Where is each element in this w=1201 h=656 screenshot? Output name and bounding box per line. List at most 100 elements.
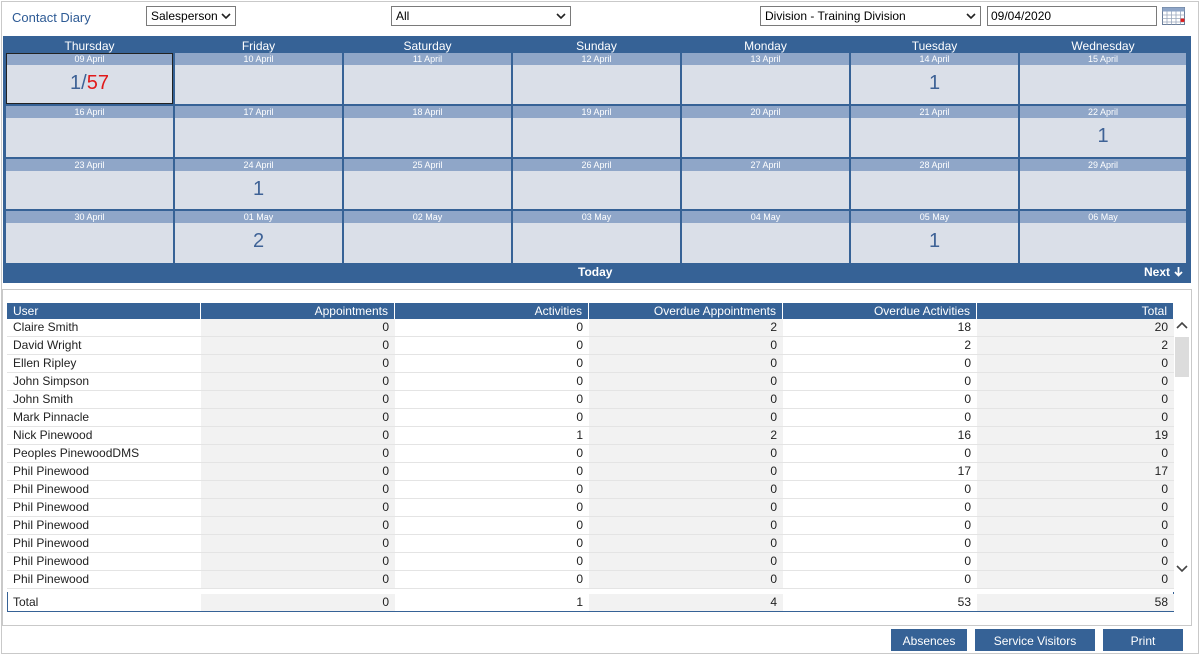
- calendar-day-cell[interactable]: 20 April: [682, 106, 849, 157]
- calendar-day-cell[interactable]: 23 April: [6, 159, 173, 209]
- calendar-day-date: 01 May: [175, 211, 342, 223]
- today-link[interactable]: Today: [578, 265, 612, 279]
- calendar-day-count[interactable]: 1: [175, 171, 342, 207]
- service-visitors-button[interactable]: Service Visitors: [975, 629, 1095, 651]
- filter-type-select[interactable]: Salesperson: [146, 6, 236, 26]
- count-cell: 0: [977, 445, 1174, 462]
- count-cell: 0: [589, 355, 783, 372]
- next-link[interactable]: Next: [1144, 265, 1184, 279]
- count-cell: 0: [201, 391, 395, 408]
- count-cell: 0: [977, 481, 1174, 498]
- user-name-cell: Mark Pinnacle: [13, 410, 90, 424]
- table-total-row: Total 0 1 4 53 58: [7, 592, 1174, 612]
- table-row[interactable]: Phil Pinewood 0 0 0 0 0: [7, 535, 1174, 553]
- calendar-day-cell[interactable]: 26 April: [513, 159, 680, 209]
- calendar-day-count[interactable]: 1: [1020, 118, 1186, 154]
- calendar-day-count[interactable]: 1/57: [6, 65, 173, 101]
- count-cell: 0: [589, 535, 783, 552]
- calendar-day-cell[interactable]: 14 April 1: [851, 53, 1018, 104]
- calendar-day-cell[interactable]: 29 April: [1020, 159, 1186, 209]
- date-field[interactable]: 09/04/2020: [987, 6, 1157, 26]
- table-row[interactable]: Mark Pinnacle 0 0 0 0 0: [7, 409, 1174, 427]
- count-cell: 0: [977, 409, 1174, 426]
- table-row[interactable]: Peoples PinewoodDMS 0 0 0 0 0: [7, 445, 1174, 463]
- count-cell: 0: [576, 392, 583, 406]
- calendar-day-date: 17 April: [175, 106, 342, 118]
- calendar-day-count[interactable]: 1: [851, 223, 1018, 259]
- calendar-day-cell[interactable]: 09 April 1/57: [6, 53, 173, 104]
- count-cell: 0: [589, 553, 783, 570]
- table-row[interactable]: John Simpson 0 0 0 0 0: [7, 373, 1174, 391]
- count-cell: 0: [589, 337, 783, 354]
- calendar-day-date: 14 April: [851, 53, 1018, 65]
- calendar-day-cell[interactable]: 16 April: [6, 106, 173, 157]
- calendar-day-cell[interactable]: 13 April: [682, 53, 849, 104]
- calendar-day-date: 12 April: [513, 53, 680, 65]
- column-header[interactable]: Overdue Activities: [783, 303, 977, 319]
- calendar-day-cell[interactable]: 02 May: [344, 211, 511, 263]
- calendar-day-cell[interactable]: 06 May: [1020, 211, 1186, 263]
- calendar-day-cell[interactable]: 12 April: [513, 53, 680, 104]
- print-button[interactable]: Print: [1103, 629, 1183, 651]
- count-cell: 0: [576, 356, 583, 370]
- calendar-day-cell[interactable]: 19 April: [513, 106, 680, 157]
- table-row[interactable]: Phil Pinewood 0 0 0 0 0: [7, 553, 1174, 571]
- weekday-header: Thursday: [64, 39, 115, 53]
- calendar-day-cell[interactable]: 11 April: [344, 53, 511, 104]
- calendar-day-count[interactable]: 2: [175, 223, 342, 259]
- calendar-day-date: 13 April: [682, 53, 849, 65]
- calendar-day-cell[interactable]: 15 April: [1020, 53, 1186, 104]
- calendar-day-cell[interactable]: 25 April: [344, 159, 511, 209]
- table-row[interactable]: Phil Pinewood 0 0 0 0 0: [7, 499, 1174, 517]
- table-row[interactable]: Phil Pinewood 0 0 0 17 17: [7, 463, 1174, 481]
- scroll-down-icon[interactable]: [1174, 561, 1190, 575]
- column-header[interactable]: Total: [977, 303, 1174, 319]
- table-row[interactable]: Phil Pinewood 0 0 0 0 0: [7, 481, 1174, 499]
- calendar-day-cell[interactable]: 21 April: [851, 106, 1018, 157]
- calendar-day-cell[interactable]: 27 April: [682, 159, 849, 209]
- weekday-header: Wednesday: [1071, 39, 1135, 53]
- calendar-day-date: 03 May: [513, 211, 680, 223]
- filter-user-select[interactable]: All: [391, 6, 571, 26]
- calendar-day-cell[interactable]: 01 May 2: [175, 211, 342, 263]
- calendar-day-cell[interactable]: 03 May: [513, 211, 680, 263]
- calendar-day-cell[interactable]: 22 April 1: [1020, 106, 1186, 157]
- table-row[interactable]: Phil Pinewood 0 0 0 0 0: [7, 571, 1174, 589]
- calendar-day-cell[interactable]: 04 May: [682, 211, 849, 263]
- calendar-day-date: 19 April: [513, 106, 680, 118]
- calendar-day-cell[interactable]: 17 April: [175, 106, 342, 157]
- user-name-cell: Phil Pinewood: [13, 572, 90, 586]
- calendar-day-count[interactable]: 1: [851, 65, 1018, 101]
- count-cell: 0: [589, 517, 783, 534]
- column-header[interactable]: Appointments: [201, 303, 395, 319]
- calendar-day-cell[interactable]: 18 April: [344, 106, 511, 157]
- calendar-day-cell[interactable]: 28 April: [851, 159, 1018, 209]
- count-cell: 0: [964, 410, 971, 424]
- table-row[interactable]: Ellen Ripley 0 0 0 0 0: [7, 355, 1174, 373]
- total-cell: 53: [957, 595, 971, 609]
- column-header[interactable]: Activities: [395, 303, 589, 319]
- calendar-day-date: 09 April: [6, 53, 173, 65]
- calendar-day-cell[interactable]: 10 April: [175, 53, 342, 104]
- column-header[interactable]: Overdue Appointments: [589, 303, 783, 319]
- table-row[interactable]: Claire Smith 0 0 2 18 20: [7, 319, 1174, 337]
- calendar-day-cell[interactable]: 30 April: [6, 211, 173, 263]
- table-row[interactable]: John Smith 0 0 0 0 0: [7, 391, 1174, 409]
- division-select[interactable]: Division - Training Division: [760, 6, 981, 26]
- count-cell: 0: [201, 319, 395, 336]
- count-cell: 0: [201, 481, 395, 498]
- calendar-icon[interactable]: [1161, 5, 1186, 26]
- weekday-header: Monday: [744, 39, 787, 53]
- table-row[interactable]: Nick Pinewood 0 1 2 16 19: [7, 427, 1174, 445]
- scroll-up-icon[interactable]: [1174, 319, 1190, 333]
- scrollbar-thumb[interactable]: [1175, 337, 1189, 377]
- column-header[interactable]: User: [7, 303, 201, 319]
- table-row[interactable]: David Wright 0 0 0 2 2: [7, 337, 1174, 355]
- user-name-cell: David Wright: [13, 338, 82, 352]
- calendar-day-cell[interactable]: 05 May 1: [851, 211, 1018, 263]
- total-cell: 0: [201, 594, 395, 611]
- count-cell: 20: [977, 319, 1174, 336]
- absences-button[interactable]: Absences: [891, 629, 967, 651]
- calendar-day-cell[interactable]: 24 April 1: [175, 159, 342, 209]
- table-row[interactable]: Phil Pinewood 0 0 0 0 0: [7, 517, 1174, 535]
